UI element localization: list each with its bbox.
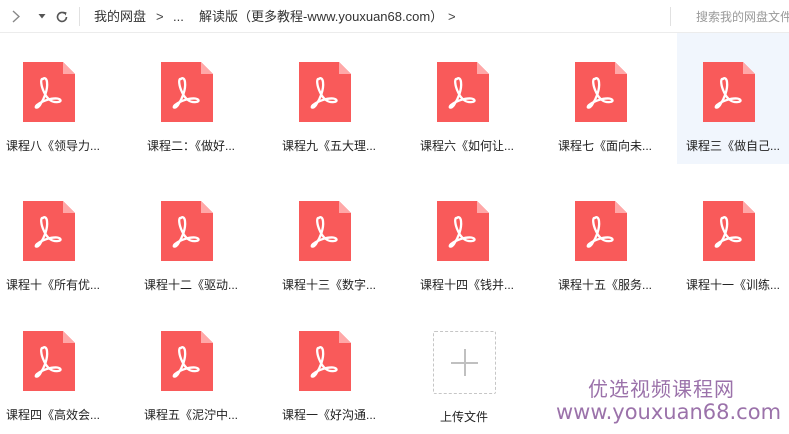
file-name: 课程五《泥泞中... — [143, 408, 238, 422]
file-name: 课程十五《服务... — [557, 278, 652, 292]
breadcrumb-root[interactable]: 我的网盘 — [94, 0, 146, 33]
pdf-file-icon — [299, 62, 351, 122]
file-name: 课程六《如何让... — [419, 139, 514, 153]
file-item[interactable]: 课程六《如何让... — [411, 33, 523, 153]
file-item[interactable]: 课程十四《钱并... — [411, 172, 523, 292]
pdf-file-icon — [299, 331, 351, 391]
upload-button[interactable] — [433, 331, 496, 394]
pdf-file-icon — [703, 201, 755, 261]
watermark-title: 优选视频课程网 — [588, 377, 735, 401]
file-item[interactable]: 课程七《面向未... — [549, 33, 661, 153]
watermark-url: www.youxuan68.com — [556, 400, 782, 424]
pdf-file-icon — [703, 62, 755, 122]
file-item[interactable]: 课程十《所有优... — [0, 172, 109, 292]
file-name: 课程十《所有优... — [5, 278, 100, 292]
file-name: 课程八《领导力... — [5, 139, 100, 153]
file-name: 课程三《做自己... — [685, 139, 780, 153]
file-name: 课程九《五大理... — [281, 139, 376, 153]
file-item[interactable]: 课程二：《做好... — [135, 33, 247, 153]
pdf-file-icon — [575, 201, 627, 261]
file-item[interactable]: 课程九《五大理... — [273, 33, 385, 153]
breadcrumb-separator: > — [156, 9, 164, 24]
file-item[interactable]: 课程一《好沟通... — [273, 302, 385, 422]
pdf-file-icon — [161, 201, 213, 261]
pdf-file-icon — [161, 331, 213, 391]
file-item[interactable]: 课程十二《驱动... — [135, 172, 247, 292]
file-name: 课程十二《驱动... — [143, 278, 238, 292]
file-name: 课程十一《训练... — [685, 278, 780, 292]
file-item[interactable]: 课程十一《训练... — [677, 172, 789, 292]
toolbar: 我的网盘 > ... 解读版（更多教程-www.youxuan68.com） > — [0, 0, 789, 33]
file-name: 课程一《好沟通... — [281, 408, 376, 422]
breadcrumb-separator: > — [448, 9, 456, 24]
pdf-file-icon — [23, 62, 75, 122]
file-name: 课程四《高效会... — [5, 408, 100, 422]
file-item[interactable]: 课程十三《数字... — [273, 172, 385, 292]
breadcrumb-current[interactable]: 解读版（更多教程-www.youxuan68.com） — [199, 0, 443, 33]
pdf-file-icon — [161, 62, 213, 122]
pdf-file-icon — [437, 62, 489, 122]
caret-down-icon[interactable] — [38, 0, 46, 33]
file-name: 课程十四《钱并... — [419, 278, 514, 292]
file-name: 课程十三《数字... — [281, 278, 376, 292]
file-item[interactable]: 课程五《泥泞中... — [135, 302, 247, 422]
chevron-right-icon[interactable] — [12, 0, 20, 33]
upload-label: 上传文件 — [439, 410, 488, 424]
file-name: 课程二：《做好... — [146, 139, 235, 153]
search-box — [681, 0, 789, 33]
file-item[interactable]: 课程三《做自己... — [677, 33, 789, 164]
upload-file-tile[interactable]: 上传文件 — [404, 330, 524, 434]
toolbar-divider — [670, 7, 671, 26]
pdf-file-icon — [23, 201, 75, 261]
pdf-file-icon — [23, 331, 75, 391]
toolbar-divider — [79, 7, 80, 26]
file-item[interactable]: 课程十五《服务... — [549, 172, 661, 292]
refresh-icon[interactable] — [55, 0, 69, 33]
pdf-file-icon — [437, 201, 489, 261]
pdf-file-icon — [299, 201, 351, 261]
plus-icon — [464, 349, 466, 376]
file-name: 课程七《面向未... — [557, 139, 652, 153]
pdf-file-icon — [575, 62, 627, 122]
breadcrumb-ellipsis[interactable]: ... — [173, 0, 184, 33]
file-item[interactable]: 课程八《领导力... — [0, 33, 109, 153]
file-item[interactable]: 课程四《高效会... — [0, 302, 109, 422]
search-input[interactable] — [681, 0, 789, 33]
